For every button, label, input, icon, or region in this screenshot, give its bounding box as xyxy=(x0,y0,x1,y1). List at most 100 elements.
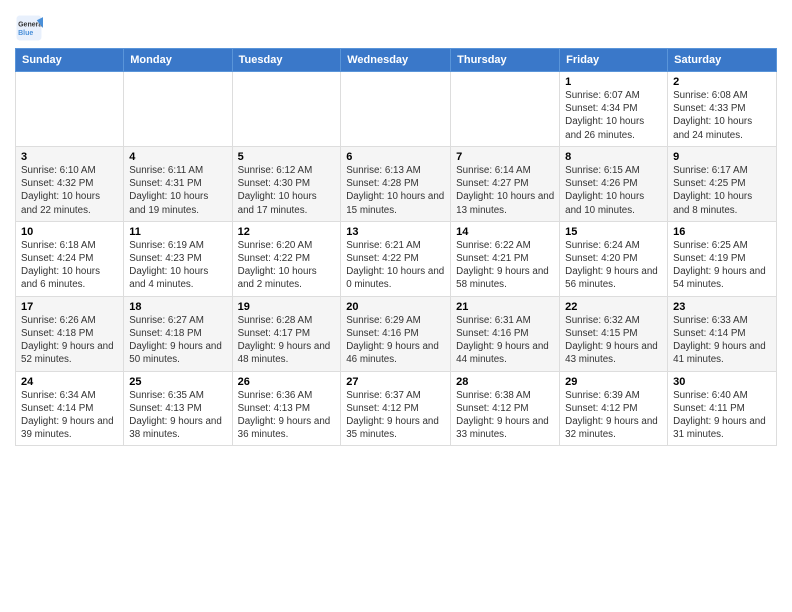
logo-icon: General Blue xyxy=(15,14,43,42)
day-info: Sunrise: 6:20 AM Sunset: 4:22 PM Dayligh… xyxy=(238,239,336,292)
day-number: 30 xyxy=(673,376,771,388)
day-cell: 26Sunrise: 6:36 AM Sunset: 4:13 PM Dayli… xyxy=(232,371,341,446)
day-number: 1 xyxy=(565,76,662,88)
day-cell: 10Sunrise: 6:18 AM Sunset: 4:24 PM Dayli… xyxy=(16,221,124,296)
day-number: 5 xyxy=(238,151,336,163)
day-info: Sunrise: 6:29 AM Sunset: 4:16 PM Dayligh… xyxy=(346,314,445,367)
day-cell: 15Sunrise: 6:24 AM Sunset: 4:20 PM Dayli… xyxy=(560,221,668,296)
day-info: Sunrise: 6:38 AM Sunset: 4:12 PM Dayligh… xyxy=(456,389,554,442)
day-info: Sunrise: 6:08 AM Sunset: 4:33 PM Dayligh… xyxy=(673,89,771,142)
day-cell: 6Sunrise: 6:13 AM Sunset: 4:28 PM Daylig… xyxy=(341,146,451,221)
day-cell: 14Sunrise: 6:22 AM Sunset: 4:21 PM Dayli… xyxy=(451,221,560,296)
day-info: Sunrise: 6:21 AM Sunset: 4:22 PM Dayligh… xyxy=(346,239,445,292)
day-number: 16 xyxy=(673,226,771,238)
day-cell: 11Sunrise: 6:19 AM Sunset: 4:23 PM Dayli… xyxy=(124,221,232,296)
header: General Blue xyxy=(15,10,777,42)
day-info: Sunrise: 6:28 AM Sunset: 4:17 PM Dayligh… xyxy=(238,314,336,367)
day-info: Sunrise: 6:33 AM Sunset: 4:14 PM Dayligh… xyxy=(673,314,771,367)
day-number: 10 xyxy=(21,226,118,238)
day-number: 11 xyxy=(129,226,226,238)
day-number: 15 xyxy=(565,226,662,238)
day-info: Sunrise: 6:11 AM Sunset: 4:31 PM Dayligh… xyxy=(129,164,226,217)
day-cell: 28Sunrise: 6:38 AM Sunset: 4:12 PM Dayli… xyxy=(451,371,560,446)
svg-text:Blue: Blue xyxy=(18,30,33,37)
day-cell xyxy=(16,72,124,147)
weekday-thursday: Thursday xyxy=(451,49,560,72)
day-cell: 17Sunrise: 6:26 AM Sunset: 4:18 PM Dayli… xyxy=(16,296,124,371)
day-number: 25 xyxy=(129,376,226,388)
weekday-monday: Monday xyxy=(124,49,232,72)
day-info: Sunrise: 6:15 AM Sunset: 4:26 PM Dayligh… xyxy=(565,164,662,217)
day-cell: 25Sunrise: 6:35 AM Sunset: 4:13 PM Dayli… xyxy=(124,371,232,446)
day-info: Sunrise: 6:18 AM Sunset: 4:24 PM Dayligh… xyxy=(21,239,118,292)
day-cell: 29Sunrise: 6:39 AM Sunset: 4:12 PM Dayli… xyxy=(560,371,668,446)
day-cell: 16Sunrise: 6:25 AM Sunset: 4:19 PM Dayli… xyxy=(668,221,777,296)
day-cell: 21Sunrise: 6:31 AM Sunset: 4:16 PM Dayli… xyxy=(451,296,560,371)
weekday-friday: Friday xyxy=(560,49,668,72)
day-cell: 27Sunrise: 6:37 AM Sunset: 4:12 PM Dayli… xyxy=(341,371,451,446)
logo: General Blue xyxy=(15,14,47,42)
day-number: 23 xyxy=(673,301,771,313)
day-number: 29 xyxy=(565,376,662,388)
day-cell: 5Sunrise: 6:12 AM Sunset: 4:30 PM Daylig… xyxy=(232,146,341,221)
day-number: 12 xyxy=(238,226,336,238)
day-cell: 20Sunrise: 6:29 AM Sunset: 4:16 PM Dayli… xyxy=(341,296,451,371)
day-cell: 24Sunrise: 6:34 AM Sunset: 4:14 PM Dayli… xyxy=(16,371,124,446)
day-info: Sunrise: 6:32 AM Sunset: 4:15 PM Dayligh… xyxy=(565,314,662,367)
calendar-table: SundayMondayTuesdayWednesdayThursdayFrid… xyxy=(15,48,777,446)
day-info: Sunrise: 6:35 AM Sunset: 4:13 PM Dayligh… xyxy=(129,389,226,442)
day-info: Sunrise: 6:40 AM Sunset: 4:11 PM Dayligh… xyxy=(673,389,771,442)
day-number: 6 xyxy=(346,151,445,163)
day-cell xyxy=(124,72,232,147)
weekday-tuesday: Tuesday xyxy=(232,49,341,72)
weekday-wednesday: Wednesday xyxy=(341,49,451,72)
day-cell: 7Sunrise: 6:14 AM Sunset: 4:27 PM Daylig… xyxy=(451,146,560,221)
day-number: 2 xyxy=(673,76,771,88)
day-number: 17 xyxy=(21,301,118,313)
day-cell: 8Sunrise: 6:15 AM Sunset: 4:26 PM Daylig… xyxy=(560,146,668,221)
weekday-header-row: SundayMondayTuesdayWednesdayThursdayFrid… xyxy=(16,49,777,72)
day-cell: 12Sunrise: 6:20 AM Sunset: 4:22 PM Dayli… xyxy=(232,221,341,296)
day-number: 22 xyxy=(565,301,662,313)
day-cell: 9Sunrise: 6:17 AM Sunset: 4:25 PM Daylig… xyxy=(668,146,777,221)
day-number: 21 xyxy=(456,301,554,313)
week-row-5: 24Sunrise: 6:34 AM Sunset: 4:14 PM Dayli… xyxy=(16,371,777,446)
day-cell: 4Sunrise: 6:11 AM Sunset: 4:31 PM Daylig… xyxy=(124,146,232,221)
day-info: Sunrise: 6:22 AM Sunset: 4:21 PM Dayligh… xyxy=(456,239,554,292)
day-cell: 22Sunrise: 6:32 AM Sunset: 4:15 PM Dayli… xyxy=(560,296,668,371)
day-info: Sunrise: 6:25 AM Sunset: 4:19 PM Dayligh… xyxy=(673,239,771,292)
day-info: Sunrise: 6:37 AM Sunset: 4:12 PM Dayligh… xyxy=(346,389,445,442)
day-number: 9 xyxy=(673,151,771,163)
day-number: 14 xyxy=(456,226,554,238)
day-number: 28 xyxy=(456,376,554,388)
day-info: Sunrise: 6:14 AM Sunset: 4:27 PM Dayligh… xyxy=(456,164,554,217)
day-cell xyxy=(451,72,560,147)
page-container: General Blue SundayMondayTuesdayWednesda… xyxy=(0,0,792,456)
day-info: Sunrise: 6:27 AM Sunset: 4:18 PM Dayligh… xyxy=(129,314,226,367)
day-number: 3 xyxy=(21,151,118,163)
week-row-1: 1Sunrise: 6:07 AM Sunset: 4:34 PM Daylig… xyxy=(16,72,777,147)
day-cell xyxy=(341,72,451,147)
day-cell xyxy=(232,72,341,147)
day-cell: 23Sunrise: 6:33 AM Sunset: 4:14 PM Dayli… xyxy=(668,296,777,371)
day-number: 7 xyxy=(456,151,554,163)
day-info: Sunrise: 6:10 AM Sunset: 4:32 PM Dayligh… xyxy=(21,164,118,217)
day-cell: 13Sunrise: 6:21 AM Sunset: 4:22 PM Dayli… xyxy=(341,221,451,296)
week-row-2: 3Sunrise: 6:10 AM Sunset: 4:32 PM Daylig… xyxy=(16,146,777,221)
day-number: 24 xyxy=(21,376,118,388)
day-number: 8 xyxy=(565,151,662,163)
week-row-3: 10Sunrise: 6:18 AM Sunset: 4:24 PM Dayli… xyxy=(16,221,777,296)
weekday-saturday: Saturday xyxy=(668,49,777,72)
day-cell: 18Sunrise: 6:27 AM Sunset: 4:18 PM Dayli… xyxy=(124,296,232,371)
day-number: 26 xyxy=(238,376,336,388)
day-info: Sunrise: 6:36 AM Sunset: 4:13 PM Dayligh… xyxy=(238,389,336,442)
day-info: Sunrise: 6:17 AM Sunset: 4:25 PM Dayligh… xyxy=(673,164,771,217)
day-info: Sunrise: 6:19 AM Sunset: 4:23 PM Dayligh… xyxy=(129,239,226,292)
day-info: Sunrise: 6:07 AM Sunset: 4:34 PM Dayligh… xyxy=(565,89,662,142)
day-number: 20 xyxy=(346,301,445,313)
day-info: Sunrise: 6:31 AM Sunset: 4:16 PM Dayligh… xyxy=(456,314,554,367)
day-cell: 3Sunrise: 6:10 AM Sunset: 4:32 PM Daylig… xyxy=(16,146,124,221)
day-info: Sunrise: 6:12 AM Sunset: 4:30 PM Dayligh… xyxy=(238,164,336,217)
day-number: 18 xyxy=(129,301,226,313)
weekday-sunday: Sunday xyxy=(16,49,124,72)
